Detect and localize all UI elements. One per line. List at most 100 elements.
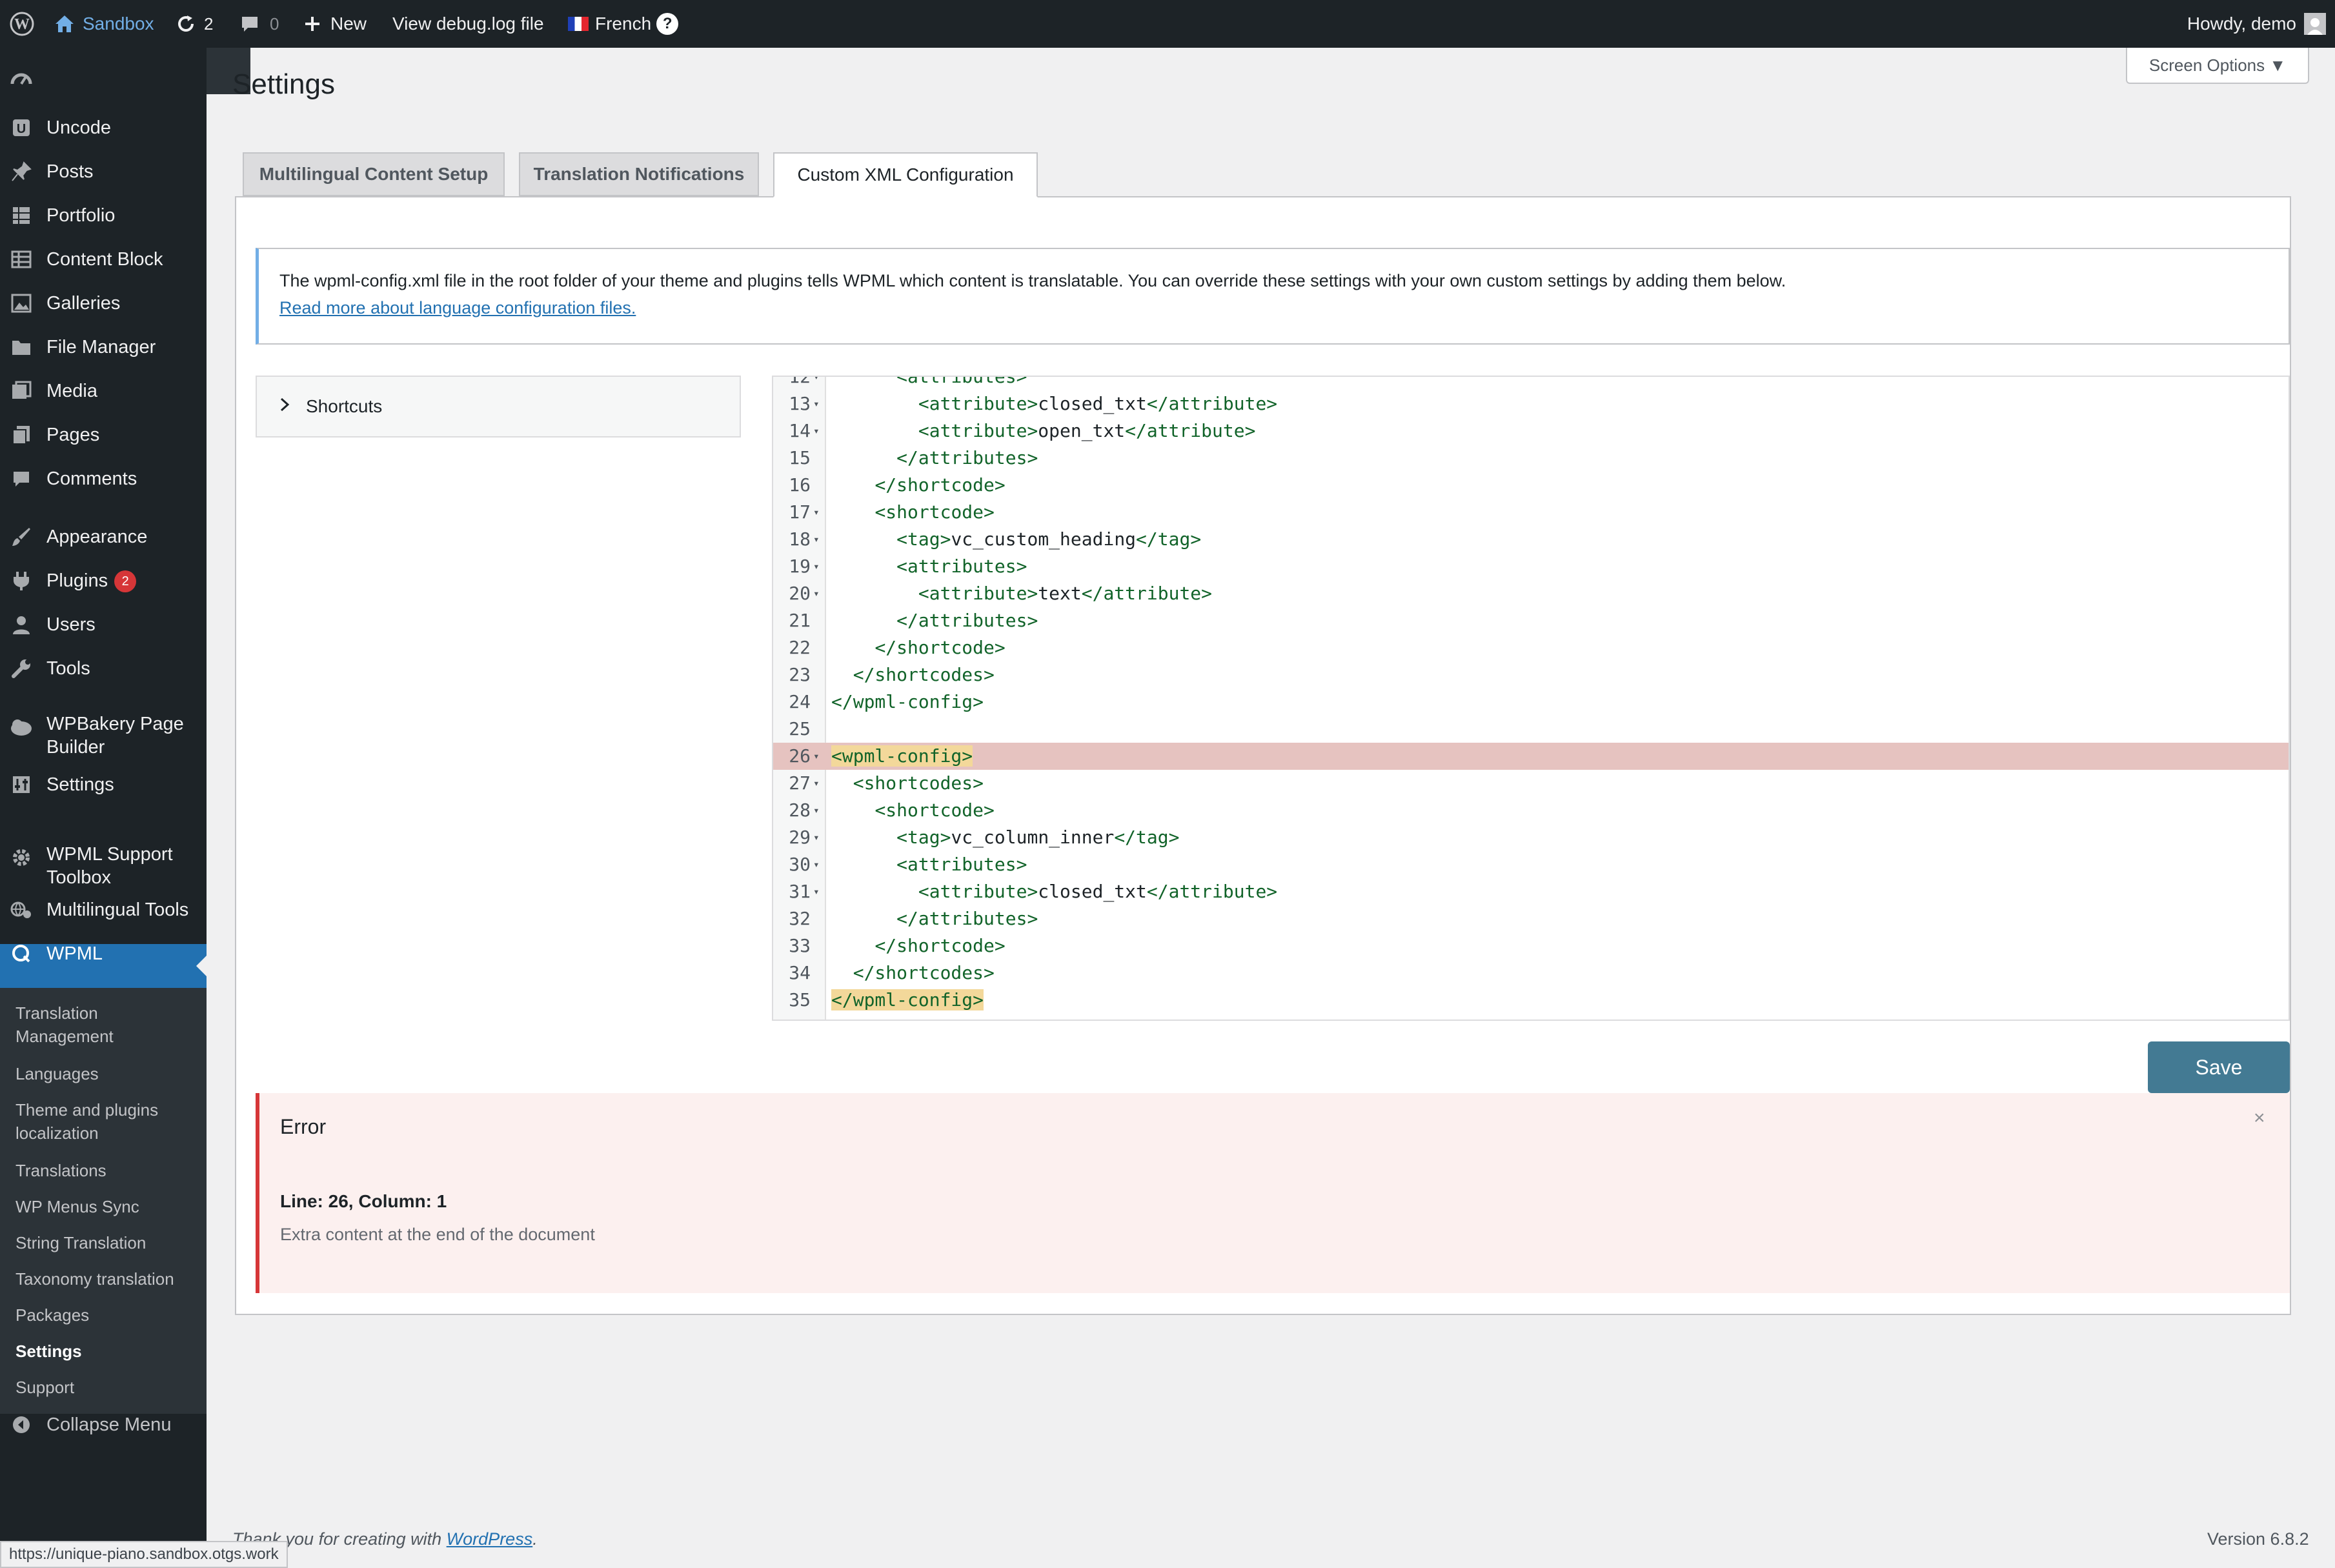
updates-count: 2	[204, 14, 214, 34]
code-line: 20 ▾ <attribute>text</attribute>	[773, 580, 2289, 607]
submenu-packages[interactable]: Packages	[15, 1303, 196, 1327]
line-number: 35	[789, 989, 811, 1010]
fold-arrow-icon[interactable]: ▾	[813, 377, 820, 390]
xml-tag: </attribute>	[1146, 393, 1278, 414]
fold-arrow-icon[interactable]: ▾	[813, 580, 820, 607]
fold-arrow-icon[interactable]: ▾	[813, 770, 820, 797]
wordpress-link[interactable]: WordPress	[447, 1529, 533, 1549]
xml-tag: </shortcodes>	[853, 664, 995, 685]
fold-arrow-icon[interactable]: ▾	[813, 417, 820, 445]
line-number: 12	[789, 376, 811, 387]
code-line: 28 ▾ <shortcode>	[773, 797, 2289, 824]
submenu-theme-plugins-localization[interactable]: Theme and plugins localization	[15, 1098, 183, 1145]
fold-arrow-icon[interactable]: ▾	[813, 851, 820, 878]
site-name-link[interactable]: Sandbox	[54, 0, 154, 48]
xml-tag: <shortcode>	[874, 799, 995, 821]
updates-link[interactable]: 2	[176, 0, 213, 48]
sidebar-item-label: File Manager	[46, 337, 156, 357]
code-line: 16 </shortcode>	[773, 472, 2289, 499]
submenu-translation-management[interactable]: Translation Management	[15, 1001, 170, 1048]
code-text: </attributes>	[831, 445, 1038, 472]
line-number: 26	[789, 745, 811, 767]
screen-options-button[interactable]: Screen Options ▼	[2126, 48, 2309, 84]
xml-tag: </attributes>	[896, 447, 1038, 468]
code-text: <shortcode>	[831, 499, 994, 526]
submenu-translations[interactable]: Translations	[15, 1159, 196, 1182]
sidebar-item-label: Portfolio	[46, 205, 116, 226]
help-icon[interactable]: ?	[656, 13, 679, 35]
comments-link[interactable]: 0	[240, 0, 279, 48]
code-line: 15 </attributes>	[773, 445, 2289, 472]
submenu-wp-menus-sync[interactable]: WP Menus Sync	[15, 1195, 196, 1218]
code-text: </attributes>	[831, 905, 1038, 932]
xml-code-editor[interactable]: 12 ▾ <attributes> 13 ▾ <attribute>closed_tx…	[772, 376, 2290, 1021]
code-line: 19 ▾ <attributes>	[773, 553, 2289, 580]
fold-arrow-icon[interactable]: ▾	[813, 553, 820, 580]
code-text: </shortcode>	[831, 634, 1005, 661]
language-config-link[interactable]: Read more about language configuration f…	[279, 298, 636, 317]
fold-arrow-icon[interactable]: ▾	[813, 797, 820, 824]
fold-arrow-icon[interactable]: ▾	[813, 499, 820, 526]
fold-arrow-icon[interactable]: ▾	[813, 526, 820, 553]
tab-custom-xml-configuration[interactable]: Custom XML Configuration	[773, 152, 1038, 197]
new-content-link[interactable]: New	[303, 0, 367, 48]
xml-tag: <tag>	[896, 827, 951, 848]
save-button[interactable]: Save	[2148, 1041, 2290, 1093]
sidebar-item-wpml-support-toolbox[interactable]: WPML Support Toolbox	[0, 843, 207, 894]
xml-tag: </shortcode>	[874, 935, 1006, 956]
language-switcher[interactable]: French ?	[568, 0, 679, 48]
line-number: 18	[789, 528, 811, 550]
fold-arrow-icon[interactable]: ▾	[813, 390, 820, 417]
line-number: 33	[789, 935, 811, 956]
tab-multilingual-content-setup[interactable]: Multilingual Content Setup	[243, 152, 505, 196]
submenu-taxonomy-translation[interactable]: Taxonomy translation	[15, 1267, 196, 1291]
sidebar-item-label: Settings	[46, 774, 114, 795]
shortcuts-toggle[interactable]: Shortcuts	[256, 376, 741, 437]
code-line: 31 ▾ <attribute>closed_txt</attribute>	[773, 878, 2289, 905]
sidebar-item-label: Content Block	[46, 249, 163, 270]
code-text: </shortcodes>	[831, 960, 995, 987]
line-number: 20	[789, 583, 811, 604]
sidebar-item-wpbakery[interactable]: WPBakery Page Builder	[0, 712, 207, 764]
line-number: 23	[789, 664, 811, 685]
xml-tag: </tag>	[1136, 528, 1202, 550]
sidebar-item-label: WPML Support Toolbox	[46, 844, 173, 888]
xml-tag: </attribute>	[1125, 420, 1256, 441]
account-menu[interactable]: Howdy, demo	[2187, 0, 2326, 48]
code-text: </shortcodes>	[831, 661, 995, 689]
sidebar-item-label: Tools	[46, 658, 90, 679]
code-text: </wpml-config>	[831, 987, 984, 1014]
table-icon	[9, 247, 34, 272]
xml-tag: <attribute>	[918, 393, 1038, 414]
submenu-settings[interactable]: Settings	[15, 1340, 196, 1363]
svg-text:U: U	[17, 122, 26, 136]
code-line: 27 ▾ <shortcodes>	[773, 770, 2289, 797]
sidebar-item-label: WPML	[46, 943, 103, 964]
fold-arrow-icon[interactable]: ▾	[813, 743, 820, 770]
debug-log-link[interactable]: View debug.log file	[392, 0, 544, 48]
xml-tag: <attribute>	[918, 420, 1038, 441]
line-number: 27	[789, 772, 811, 794]
code-text: </shortcode>	[831, 932, 1006, 960]
submenu-support[interactable]: Support	[15, 1376, 196, 1399]
tab-translation-notifications[interactable]: Translation Notifications	[519, 152, 759, 196]
close-icon[interactable]: ×	[2254, 1107, 2265, 1129]
wordpress-logo-icon[interactable]: W	[9, 0, 35, 48]
fold-arrow-icon[interactable]: ▾	[813, 878, 820, 905]
line-number: 21	[789, 610, 811, 631]
sidebar-item-label: Posts	[46, 161, 94, 182]
submenu-languages[interactable]: Languages	[15, 1062, 196, 1085]
dashboard-icon[interactable]	[10, 68, 32, 94]
fold-arrow-icon[interactable]: ▾	[813, 824, 820, 851]
code-text: </wpml-config>	[831, 689, 984, 716]
new-label: New	[330, 14, 367, 34]
submenu-string-translation[interactable]: String Translation	[15, 1231, 196, 1254]
xml-text: vc_column_inner	[951, 827, 1115, 848]
uncode-icon: U	[9, 116, 34, 140]
